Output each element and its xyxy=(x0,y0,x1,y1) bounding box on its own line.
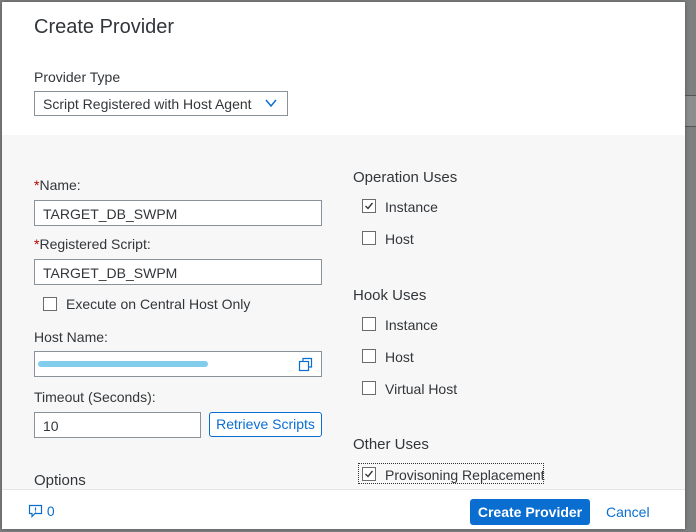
provider-type-label: Provider Type xyxy=(34,69,121,85)
operation-host-checkbox[interactable] xyxy=(362,231,376,245)
create-provider-dialog: Create Provider Provider Type Script Reg… xyxy=(2,2,685,529)
hook-instance-label: Instance xyxy=(385,317,438,333)
message-count: 0 xyxy=(46,503,55,519)
execute-central-checkbox[interactable] xyxy=(43,297,57,311)
hook-virtual-host-checkbox[interactable] xyxy=(362,381,376,395)
retrieve-scripts-button[interactable]: Retrieve Scripts xyxy=(209,412,322,437)
operation-instance-label: Instance xyxy=(385,199,438,215)
registered-script-label: *Registered Script: xyxy=(34,236,151,252)
provider-type-select[interactable]: Script Registered with Host Agent xyxy=(34,91,288,116)
provisioning-replacement-checkbox[interactable] xyxy=(362,467,376,481)
provider-type-value: Script Registered with Host Agent xyxy=(43,96,252,112)
hook-instance-checkbox[interactable] xyxy=(362,317,376,331)
message-icon xyxy=(28,504,43,518)
hook-host-checkbox[interactable] xyxy=(362,349,376,363)
create-provider-button[interactable]: Create Provider xyxy=(470,499,590,525)
hook-uses-heading: Hook Uses xyxy=(353,287,427,304)
value-help-icon[interactable] xyxy=(298,357,313,372)
options-heading: Options xyxy=(34,472,86,489)
dialog-footer: 0 Create Provider Cancel xyxy=(2,489,685,529)
registered-script-input[interactable]: TARGET_DB_SWPM xyxy=(34,259,322,285)
execute-central-label: Execute on Central Host Only xyxy=(66,296,251,312)
cancel-button[interactable]: Cancel xyxy=(606,504,650,520)
operation-host-label: Host xyxy=(385,231,414,247)
provisioning-replacement-label: Provisoning Replacement xyxy=(385,467,545,483)
checkmark-icon xyxy=(365,470,374,478)
timeout-input[interactable]: 10 xyxy=(34,412,201,438)
registered-script-value: TARGET_DB_SWPM xyxy=(43,265,178,281)
name-label: *Name: xyxy=(34,177,81,193)
hook-virtual-host-label: Virtual Host xyxy=(385,381,458,397)
host-name-label: Host Name: xyxy=(34,329,108,345)
dialog-title: Create Provider xyxy=(34,16,175,38)
hook-host-label: Host xyxy=(385,349,414,365)
message-indicator[interactable]: 0 xyxy=(28,503,55,519)
redaction-mark xyxy=(38,361,208,367)
name-input[interactable]: TARGET_DB_SWPM xyxy=(34,200,322,226)
operation-instance-checkbox[interactable] xyxy=(362,199,376,213)
timeout-label: Timeout (Seconds): xyxy=(34,389,156,405)
other-uses-heading: Other Uses xyxy=(353,436,429,453)
operation-uses-heading: Operation Uses xyxy=(353,169,458,186)
timeout-value: 10 xyxy=(43,418,59,434)
name-value: TARGET_DB_SWPM xyxy=(43,206,178,222)
chevron-down-icon xyxy=(265,99,277,108)
checkmark-icon xyxy=(365,202,374,210)
dialog-header: Create Provider Provider Type Script Reg… xyxy=(2,2,685,135)
